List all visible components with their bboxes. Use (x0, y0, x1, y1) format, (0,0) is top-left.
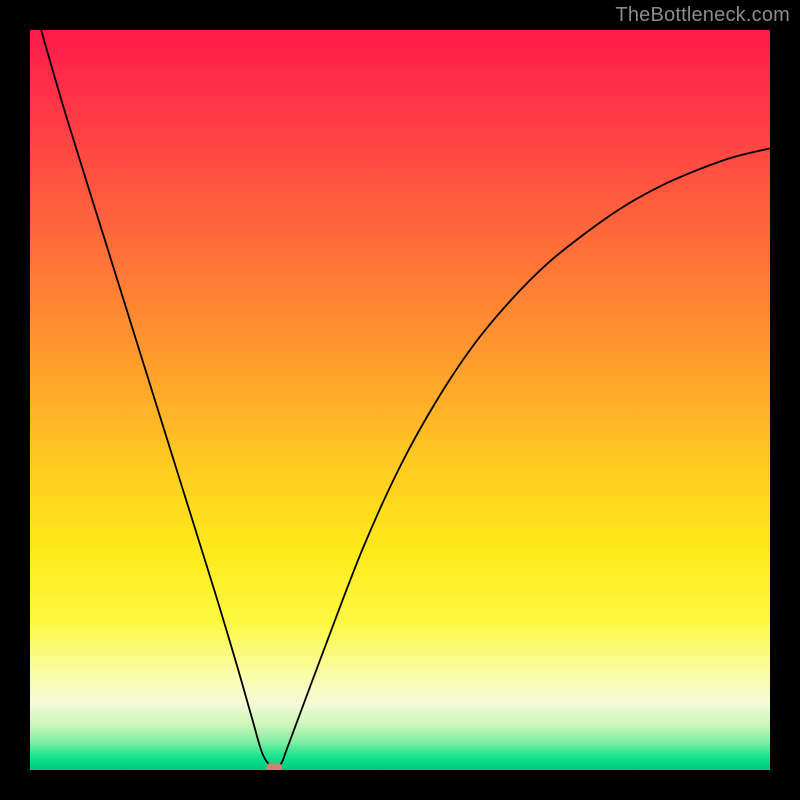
curve-svg (30, 30, 770, 770)
plot-area (30, 30, 770, 770)
bottleneck-curve (41, 30, 770, 768)
optimum-marker (266, 763, 282, 770)
chart-frame: TheBottleneck.com (0, 0, 800, 800)
watermark-text: TheBottleneck.com (615, 4, 790, 27)
